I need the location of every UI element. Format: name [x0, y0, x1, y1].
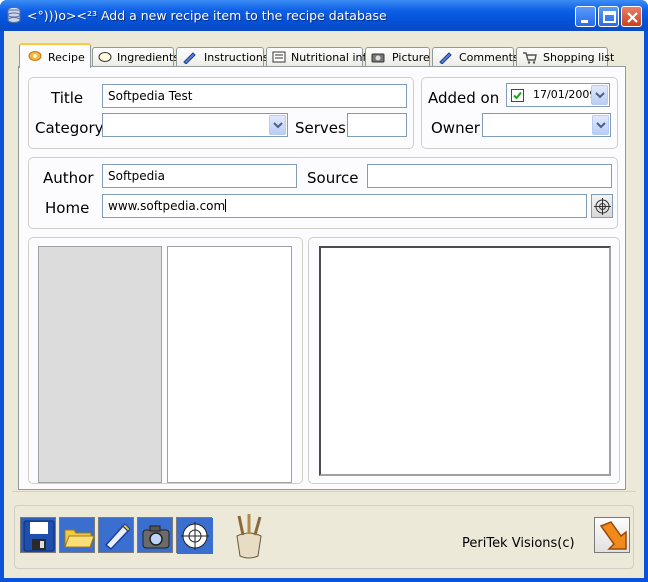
chevron-down-icon [595, 92, 605, 99]
client-area: Recipe Ingredients Instructions Nutritio… [4, 31, 644, 578]
open-folder-icon [64, 529, 95, 548]
web-icon [594, 198, 611, 215]
preview-group [308, 237, 620, 484]
brand-text: PeriTek Visions(c) [462, 536, 575, 551]
category-select[interactable] [102, 113, 288, 137]
window-title: <°)))o><²³ Add a new recipe item to the … [27, 8, 387, 23]
tab-label: Ingredients [117, 51, 180, 64]
camera-icon [371, 53, 385, 63]
added-on-value: 17/01/2009 [533, 88, 597, 101]
arrow-down-right-icon [599, 521, 627, 550]
tab-nutritional-info[interactable]: Nutritional info [266, 47, 373, 67]
tab-label: Picture [392, 51, 430, 64]
separator [12, 491, 636, 499]
category-list-right[interactable] [167, 246, 292, 483]
author-input[interactable]: Softpedia [102, 164, 297, 188]
tab-comments[interactable]: Comments [432, 47, 519, 67]
nutrition-icon [272, 51, 286, 63]
tab-recipe[interactable]: Recipe [19, 43, 91, 68]
home-url-value: www.softpedia.com [108, 199, 226, 213]
cooking-utensils-icon [227, 512, 271, 562]
tab-label: Instructions [204, 51, 269, 64]
maximize-button[interactable] [598, 6, 619, 27]
tab-label: Shopping list [543, 51, 615, 64]
tab-shopping-list[interactable]: Shopping list [516, 47, 614, 67]
web-icon [177, 518, 213, 554]
title-input[interactable]: Softpedia Test [102, 84, 407, 108]
open-button[interactable] [59, 517, 95, 553]
close-icon [627, 12, 638, 23]
recipe-tab-page: Title Softpedia Test Category Serves Add… [18, 66, 626, 490]
category-label: Category [35, 119, 104, 137]
home-url-input[interactable]: www.softpedia.com [102, 194, 587, 218]
ingredients-icon [98, 52, 112, 62]
maximize-icon [603, 11, 616, 23]
minimize-button[interactable] [575, 6, 596, 27]
text-cursor [225, 199, 227, 212]
tab-label: Recipe [48, 51, 85, 64]
save-button[interactable] [20, 517, 56, 553]
database-icon [7, 7, 21, 23]
home-label: Home [45, 199, 90, 217]
app-window: <°)))o><²³ Add a new recipe item to the … [0, 0, 648, 582]
camera-icon [142, 525, 170, 549]
exit-button[interactable] [594, 517, 630, 553]
recipe-basic-group: Title Softpedia Test Category Serves [28, 77, 414, 149]
picture-button[interactable] [137, 517, 173, 553]
minimize-icon [581, 20, 588, 23]
close-button[interactable] [621, 6, 642, 27]
author-label: Author [43, 169, 94, 187]
author-group: Author Softpedia Source Home www.softped… [28, 157, 618, 229]
save-icon [23, 520, 55, 552]
added-on-datepicker[interactable]: 17/01/2009 [506, 83, 610, 107]
instructions-icon [183, 52, 196, 64]
tab-picture[interactable]: Picture [365, 47, 430, 67]
title-bar[interactable]: <°)))o><²³ Add a new recipe item to the … [0, 0, 648, 31]
category-list-left[interactable] [38, 246, 162, 483]
source-input[interactable] [367, 164, 612, 188]
serves-label: Serves [295, 119, 346, 137]
title-label: Title [51, 89, 84, 107]
owner-select[interactable] [482, 113, 611, 137]
chevron-down-icon [596, 122, 606, 129]
tab-label: Comments [459, 51, 519, 64]
category-list-group [28, 237, 303, 484]
checkbox-checked-icon[interactable] [511, 89, 524, 102]
recipe-icon [28, 51, 42, 61]
browse-web-button[interactable] [591, 194, 613, 218]
comments-icon [439, 52, 452, 64]
preview-area[interactable] [319, 246, 611, 476]
added-on-label: Added on [428, 89, 500, 107]
edit-button[interactable] [98, 517, 134, 553]
owner-label: Owner [431, 119, 480, 137]
tab-ingredients[interactable]: Ingredients [92, 47, 179, 67]
date-dropdown-button[interactable] [591, 85, 608, 105]
serves-input[interactable] [347, 113, 407, 137]
edit-icon [104, 523, 131, 551]
web-button[interactable] [176, 517, 213, 554]
cart-icon [523, 52, 537, 64]
source-label: Source [307, 169, 359, 187]
owner-dropdown-button[interactable] [592, 115, 609, 135]
category-dropdown-button[interactable] [269, 115, 286, 135]
chevron-down-icon [273, 122, 283, 129]
tab-label: Nutritional info [291, 51, 374, 64]
tab-instructions[interactable]: Instructions [176, 47, 269, 67]
added-on-group: Added on 17/01/2009 Owner [421, 77, 618, 149]
